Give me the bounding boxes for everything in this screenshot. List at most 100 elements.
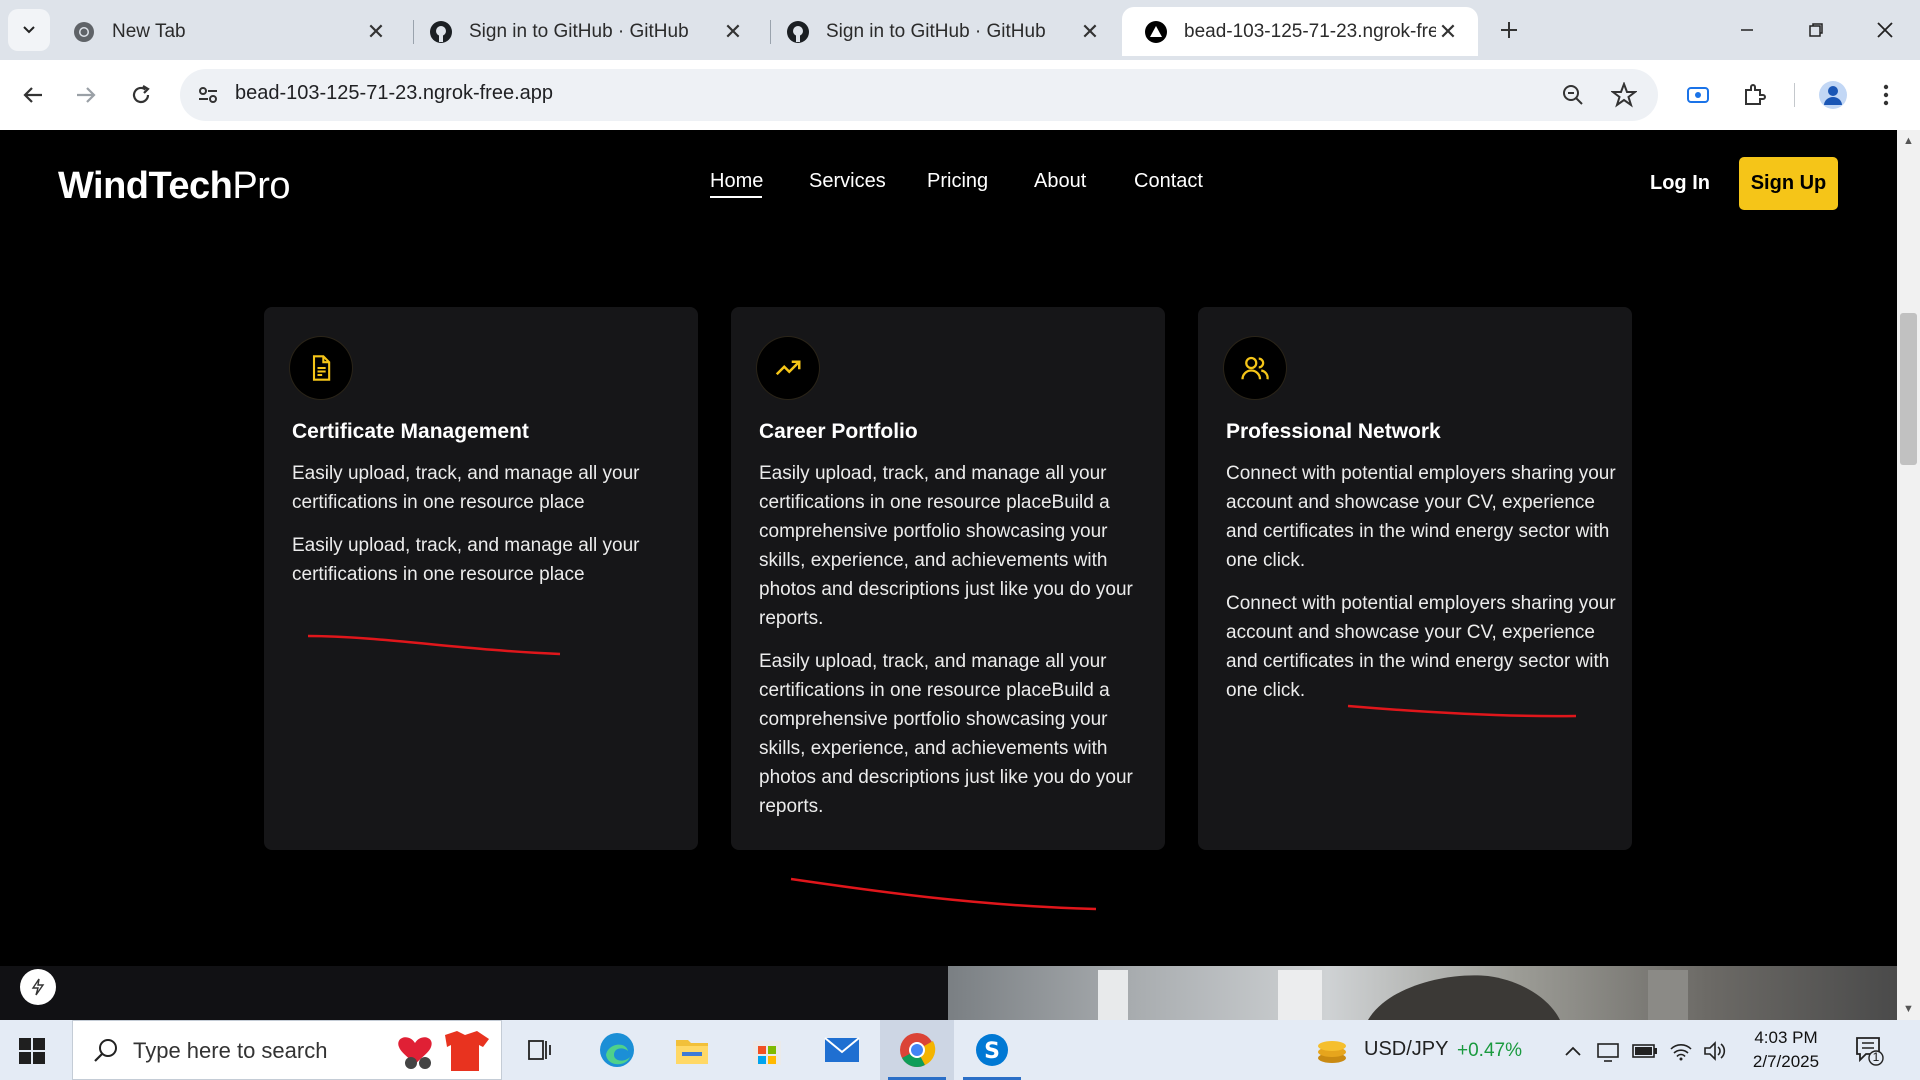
screen-cast-button[interactable] bbox=[1678, 75, 1718, 115]
address-bar[interactable]: bead-103-125-71-23.ngrok-free.app bbox=[180, 69, 1658, 121]
search-placeholder: Type here to search bbox=[133, 1038, 328, 1063]
login-link[interactable]: Log In bbox=[1650, 172, 1710, 195]
monitor-icon bbox=[1597, 1043, 1619, 1062]
url-text: bead-103-125-71-23.ngrok-free.app bbox=[235, 82, 553, 104]
meet-now-button[interactable] bbox=[1595, 1038, 1621, 1064]
profile-button[interactable] bbox=[1813, 75, 1853, 115]
nav-home[interactable]: Home bbox=[710, 170, 763, 193]
volume-button[interactable] bbox=[1702, 1038, 1728, 1064]
chevron-down-icon bbox=[23, 26, 35, 34]
new-tab-button[interactable] bbox=[1493, 14, 1525, 46]
card-icon-badge bbox=[1224, 337, 1286, 399]
taskbar-search-box[interactable]: Type here to search bbox=[72, 1020, 502, 1080]
battery-button[interactable] bbox=[1632, 1038, 1658, 1064]
battery-icon bbox=[1632, 1044, 1657, 1058]
windows-logo-icon bbox=[19, 1038, 45, 1064]
feature-card-certificate-management: Certificate Management Easily upload, tr… bbox=[264, 307, 698, 850]
browser-toolbar: bead-103-125-71-23.ngrok-free.app bbox=[0, 60, 1920, 130]
nav-services[interactable]: Services bbox=[809, 170, 886, 193]
avatar-icon bbox=[1819, 81, 1847, 109]
speaker-icon bbox=[1704, 1041, 1726, 1061]
tab-github-1[interactable]: Sign in to GitHub · GitHub ✕ bbox=[407, 7, 763, 56]
tab-title: Sign in to GitHub · GitHub bbox=[826, 20, 1046, 42]
chrome-icon bbox=[900, 1033, 936, 1067]
github-icon bbox=[430, 20, 452, 43]
close-tab-icon[interactable]: ✕ bbox=[364, 19, 388, 44]
card-title: Career Portfolio bbox=[759, 420, 918, 443]
skype-icon: S bbox=[976, 1034, 1008, 1066]
next-section-dark bbox=[0, 966, 948, 1020]
chrome-app-button[interactable] bbox=[880, 1020, 954, 1080]
web-page: WindTechPro Home Services Pricing About … bbox=[0, 130, 1897, 1020]
logo-bold-text: WindTech bbox=[58, 165, 233, 207]
users-icon bbox=[1241, 356, 1269, 380]
restore-button[interactable] bbox=[1796, 10, 1836, 50]
microsoft-store-button[interactable] bbox=[730, 1020, 804, 1080]
windows-taskbar: Type here to search S USD/JPY +0.47% 4:0… bbox=[0, 1020, 1920, 1080]
toolbar-divider bbox=[1794, 83, 1795, 107]
active-nav-underline bbox=[710, 196, 762, 198]
file-explorer-button[interactable] bbox=[655, 1020, 729, 1080]
coins-icon bbox=[1318, 1041, 1346, 1063]
nav-contact[interactable]: Contact bbox=[1134, 170, 1203, 193]
feature-card-professional-network: Professional Network Connect with potent… bbox=[1198, 307, 1632, 850]
tab-title: bead-103-125-71-23.ngrok-free.app bbox=[1184, 20, 1436, 42]
extensions-button[interactable] bbox=[1734, 75, 1774, 115]
nav-pricing[interactable]: Pricing bbox=[927, 170, 988, 193]
scroll-up-arrow-icon[interactable]: ▲ bbox=[1900, 132, 1917, 149]
start-button[interactable] bbox=[18, 1037, 46, 1070]
forward-button[interactable] bbox=[66, 75, 106, 115]
cast-icon bbox=[1687, 87, 1709, 103]
github-icon bbox=[787, 20, 809, 43]
wifi-button[interactable] bbox=[1668, 1038, 1694, 1064]
back-button[interactable] bbox=[13, 75, 53, 115]
svg-text:S: S bbox=[984, 1039, 1000, 1064]
close-tab-icon[interactable]: ✕ bbox=[721, 19, 745, 44]
lightning-bolt-button[interactable] bbox=[20, 969, 56, 1005]
reload-icon bbox=[132, 85, 150, 104]
site-settings-icon[interactable] bbox=[196, 83, 220, 107]
scroll-down-arrow-icon[interactable]: ▼ bbox=[1900, 1000, 1917, 1017]
annotation-stroke bbox=[790, 877, 1097, 911]
card-title: Certificate Management bbox=[292, 420, 529, 443]
section-photo bbox=[948, 966, 1897, 1020]
page-scrollbar[interactable] bbox=[1897, 130, 1920, 1020]
edge-icon bbox=[600, 1033, 634, 1067]
tab-new-tab[interactable]: New Tab ✕ bbox=[50, 7, 406, 56]
document-icon bbox=[312, 355, 331, 381]
search-icon bbox=[94, 1039, 117, 1062]
tab-title: Sign in to GitHub · GitHub bbox=[469, 20, 689, 42]
browser-menu-button[interactable] bbox=[1866, 75, 1906, 115]
minimize-button[interactable] bbox=[1727, 10, 1767, 50]
task-view-button[interactable] bbox=[502, 1020, 576, 1080]
mail-app-button[interactable] bbox=[805, 1020, 879, 1080]
tab-search-button[interactable] bbox=[8, 9, 50, 51]
feature-card-career-portfolio: Career Portfolio Easily upload, track, a… bbox=[731, 307, 1165, 850]
restore-icon bbox=[1809, 23, 1823, 37]
card-paragraph: Easily upload, track, and manage all you… bbox=[759, 463, 1133, 629]
nav-about[interactable]: About bbox=[1034, 170, 1086, 193]
scrollbar-thumb[interactable] bbox=[1900, 313, 1917, 465]
reload-button[interactable] bbox=[121, 75, 161, 115]
ticker-symbol[interactable]: USD/JPY bbox=[1364, 1038, 1448, 1061]
zoom-icon[interactable] bbox=[1561, 83, 1585, 107]
notification-center-button[interactable]: 1 bbox=[1854, 1034, 1884, 1071]
search-highlight-icon bbox=[398, 1031, 489, 1071]
person-photo-icon bbox=[1098, 970, 1688, 1020]
store-icon bbox=[753, 1041, 781, 1065]
signup-button[interactable]: Sign Up bbox=[1739, 157, 1838, 210]
show-hidden-icons-button[interactable] bbox=[1560, 1038, 1586, 1064]
close-window-button[interactable] bbox=[1865, 10, 1905, 50]
bookmark-star-icon[interactable] bbox=[1611, 82, 1637, 108]
tab-active-site[interactable]: bead-103-125-71-23.ngrok-free.app ✕ bbox=[1122, 7, 1478, 56]
trending-up-icon bbox=[775, 360, 801, 376]
card-icon-badge bbox=[757, 337, 819, 399]
folder-icon bbox=[676, 1040, 708, 1064]
tab-github-2[interactable]: Sign in to GitHub · GitHub ✕ bbox=[764, 7, 1120, 56]
close-tab-icon[interactable]: ✕ bbox=[1078, 19, 1102, 44]
close-tab-icon[interactable]: ✕ bbox=[1436, 19, 1460, 44]
edge-app-button[interactable] bbox=[580, 1020, 654, 1080]
site-logo[interactable]: WindTechPro bbox=[58, 165, 291, 208]
skype-app-button[interactable]: S bbox=[955, 1020, 1029, 1080]
system-clock[interactable]: 4:03 PM 2/7/2025 bbox=[1738, 1026, 1834, 1074]
